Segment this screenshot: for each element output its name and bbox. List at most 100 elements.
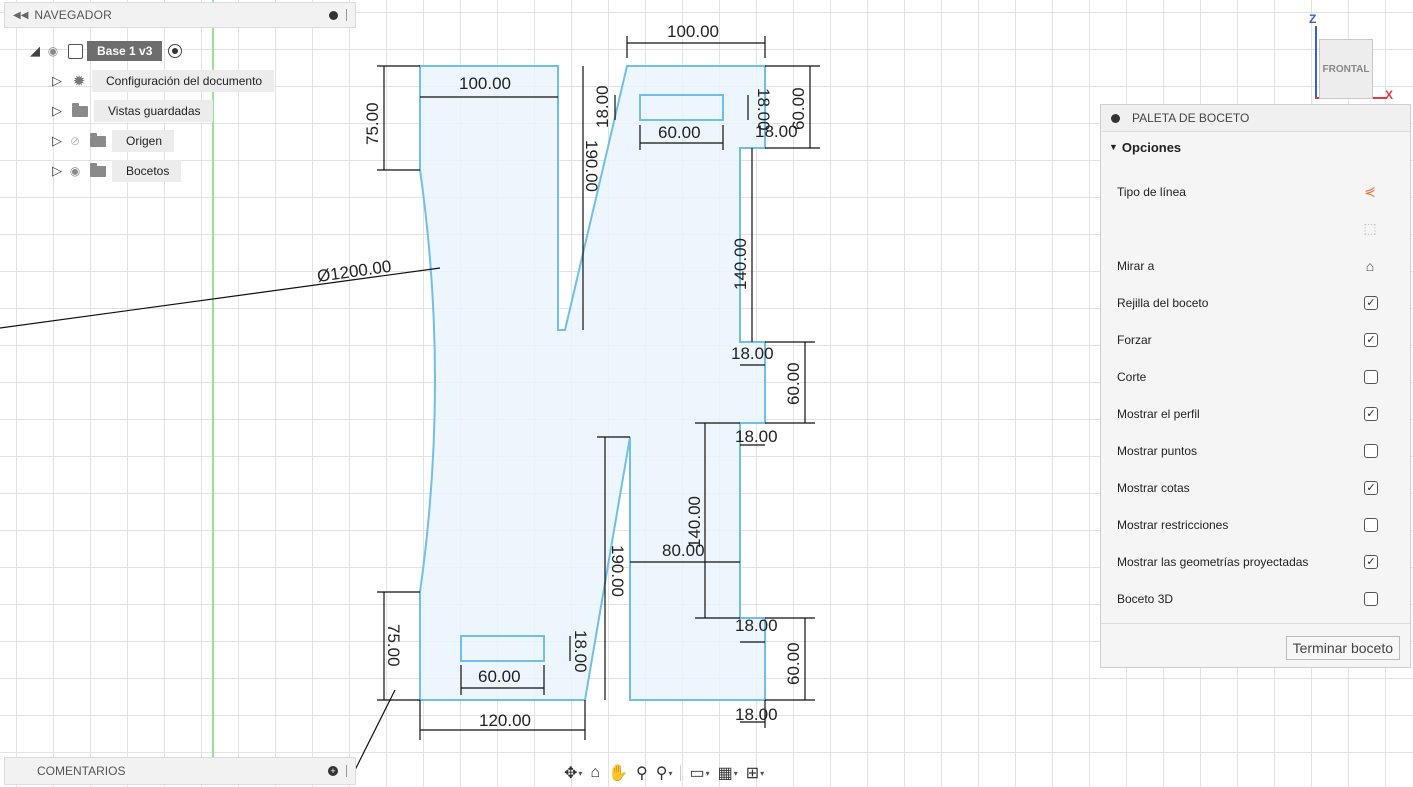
dim-right-mid-height: 140.00 — [731, 238, 750, 290]
collapse-icon[interactable]: ◀◀ — [13, 10, 28, 21]
dim-notch2-depth: 18.00 — [735, 427, 778, 446]
zoom-window-icon[interactable]: ⚲ ▾ — [654, 763, 675, 783]
viewports-icon[interactable]: ⊞ ▾ — [744, 763, 766, 783]
tree-item-label: Origen — [112, 130, 175, 152]
pin-icon[interactable] — [1111, 113, 1120, 123]
show-profile-checkbox[interactable]: ✓ — [1364, 406, 1378, 421]
tree-item-document-settings[interactable]: ▷ ✹ Configuración del documento — [48, 69, 275, 93]
row-slice[interactable]: Corte — [1117, 358, 1410, 395]
dim-top-right-width: 100.00 — [667, 22, 719, 41]
dim-top-left-width: 100.00 — [459, 74, 511, 93]
palette-title: PALETA DE BOCETO — [1132, 111, 1250, 125]
tree-item-label: Bocetos — [112, 160, 182, 182]
show-constraints-checkbox[interactable] — [1364, 517, 1378, 532]
drag-handle[interactable] — [346, 9, 347, 21]
dim-notch4-depth: 18.00 — [735, 705, 778, 724]
viewcube-front-face[interactable]: FRONTAL — [1319, 39, 1373, 99]
dim-bottom-width: 120.00 — [479, 711, 531, 730]
row-show-projected[interactable]: Mostrar las geometrías proyectadas ✓ — [1117, 543, 1410, 580]
show-projected-checkbox[interactable]: ✓ — [1364, 554, 1378, 569]
dim-notch3-depth: 18.00 — [735, 616, 778, 635]
folder-icon — [90, 132, 106, 147]
row-show-profile[interactable]: Mostrar el perfil ✓ — [1117, 395, 1410, 432]
tree-item-saved-views[interactable]: ▷ Vistas guardadas — [48, 99, 213, 123]
toolbar-separator — [680, 765, 682, 781]
palette-footer: Terminar boceto — [1101, 623, 1410, 670]
look-at-icon[interactable]: ⌂ — [588, 764, 602, 782]
tree-item-label: Vistas guardadas — [94, 100, 213, 122]
axis-x-label: X — [1385, 88, 1394, 102]
dim-slot-top-side: 18.00 — [754, 88, 773, 131]
dim-inner-width: 80.00 — [662, 541, 705, 560]
display-icon[interactable]: ▭ ▾ — [687, 763, 711, 783]
dim-left-top-height: 75.00 — [363, 102, 382, 145]
eye-hidden-icon[interactable]: ⊘ — [66, 134, 84, 148]
navigator-header[interactable]: ◀◀ NAVEGADOR — [4, 2, 356, 28]
navigation-toolbar: ✥ ▾ ⌂ ✋ ⚲ ⚲ ▾ ▭ ▾ ▦ ▾ ⊞ ▾ — [562, 760, 766, 786]
sketch-grid-checkbox[interactable]: ✓ — [1364, 295, 1378, 310]
slice-checkbox[interactable] — [1364, 369, 1378, 384]
collapse-triangle-icon: ▼ — [1109, 142, 1118, 152]
dim-notch1-depth: 18.00 — [731, 344, 774, 363]
row-construction[interactable]: ⬚ — [1117, 210, 1410, 247]
orbit-icon[interactable]: ✥ ▾ — [562, 763, 584, 783]
comments-title: COMENTARIOS — [37, 764, 126, 778]
dim-left-bottom-height: 75.00 — [384, 624, 403, 667]
options-section-label: Opciones — [1121, 139, 1182, 155]
dim-slot-bottom-height: 18.00 — [571, 630, 590, 673]
row-show-dimensions[interactable]: Mostrar cotas ✓ — [1117, 469, 1410, 506]
expand-triangle-icon[interactable]: ▷ — [48, 133, 66, 149]
dim-right-bottom-height: 60.00 — [784, 642, 803, 685]
row-look-at[interactable]: Mirar a ⌂ — [1117, 247, 1410, 284]
row-show-constraints[interactable]: Mostrar restricciones — [1117, 506, 1410, 543]
show-dimensions-checkbox[interactable]: ✓ — [1364, 480, 1378, 495]
dim-slot-top-height: 18.00 — [593, 85, 612, 128]
expand-triangle-icon[interactable]: ▷ — [48, 163, 66, 179]
pin-icon[interactable] — [329, 10, 338, 20]
dim-slit-top-height: 190.00 — [582, 140, 601, 192]
tree-item-sketches[interactable]: ▷ ◉ Bocetos — [48, 159, 182, 183]
row-line-type[interactable]: Tipo de línea ⋞ — [1117, 173, 1410, 210]
activate-radio[interactable] — [168, 44, 183, 58]
3d-sketch-checkbox[interactable] — [1364, 591, 1378, 606]
linetype-icon[interactable]: ⋞ — [1362, 183, 1378, 200]
collapse-triangle-icon[interactable]: ◢ — [26, 43, 44, 59]
palette-header[interactable]: PALETA DE BOCETO — [1101, 105, 1410, 132]
eye-icon[interactable]: ◉ — [44, 44, 62, 58]
tree-root[interactable]: ◢ ◉ Base 1 v3 — [26, 39, 183, 63]
zoom-icon[interactable]: ⚲ — [634, 763, 650, 783]
snap-checkbox[interactable]: ✓ — [1364, 332, 1378, 347]
component-icon — [68, 43, 83, 59]
options-section-toggle[interactable]: ▼ Opciones — [1101, 132, 1410, 162]
expand-triangle-icon[interactable]: ▷ — [48, 73, 66, 89]
add-comment-icon[interactable]: + — [328, 766, 338, 776]
row-3d-sketch[interactable]: Boceto 3D — [1117, 580, 1410, 617]
axis-z-label: Z — [1309, 12, 1317, 26]
tree-item-label: Configuración del documento — [92, 70, 275, 92]
finish-sketch-button[interactable]: Terminar boceto — [1285, 636, 1400, 660]
dim-slit-bottom-height: 190.00 — [608, 545, 627, 597]
viewcube[interactable]: Z X FRONTAL — [1300, 8, 1413, 108]
grid-icon[interactable]: ▦ ▾ — [716, 763, 740, 783]
folder-icon — [72, 102, 88, 117]
expand-triangle-icon[interactable]: ▷ — [48, 103, 66, 119]
navigator-panel: ◀◀ NAVEGADOR ◢ ◉ Base 1 v3 ▷ ✹ Configura… — [4, 2, 356, 192]
eye-icon[interactable]: ◉ — [66, 164, 84, 178]
folder-icon — [90, 162, 106, 177]
row-show-points[interactable]: Mostrar puntos — [1117, 432, 1410, 469]
drag-handle[interactable] — [346, 765, 347, 777]
show-points-checkbox[interactable] — [1364, 443, 1378, 458]
dim-right-notch-height: 60.00 — [784, 362, 803, 405]
dim-slot-bottom-width: 60.00 — [478, 667, 521, 686]
row-snap[interactable]: Forzar ✓ — [1117, 321, 1410, 358]
root-label[interactable]: Base 1 v3 — [87, 41, 163, 61]
sketch-palette: PALETA DE BOCETO ▼ Opciones Tipo de líne… — [1100, 104, 1411, 668]
comments-panel[interactable]: COMENTARIOS + — [4, 757, 356, 785]
dim-slot-top-width: 60.00 — [658, 123, 701, 142]
tree-item-origin[interactable]: ▷ ⊘ Origen — [48, 129, 175, 153]
row-sketch-grid[interactable]: Rejilla del boceto ✓ — [1117, 284, 1410, 321]
navigator-title: NAVEGADOR — [34, 8, 112, 22]
construction-icon[interactable]: ⬚ — [1362, 220, 1378, 237]
pan-icon[interactable]: ✋ — [606, 763, 630, 783]
look-at-icon[interactable]: ⌂ — [1362, 258, 1378, 274]
